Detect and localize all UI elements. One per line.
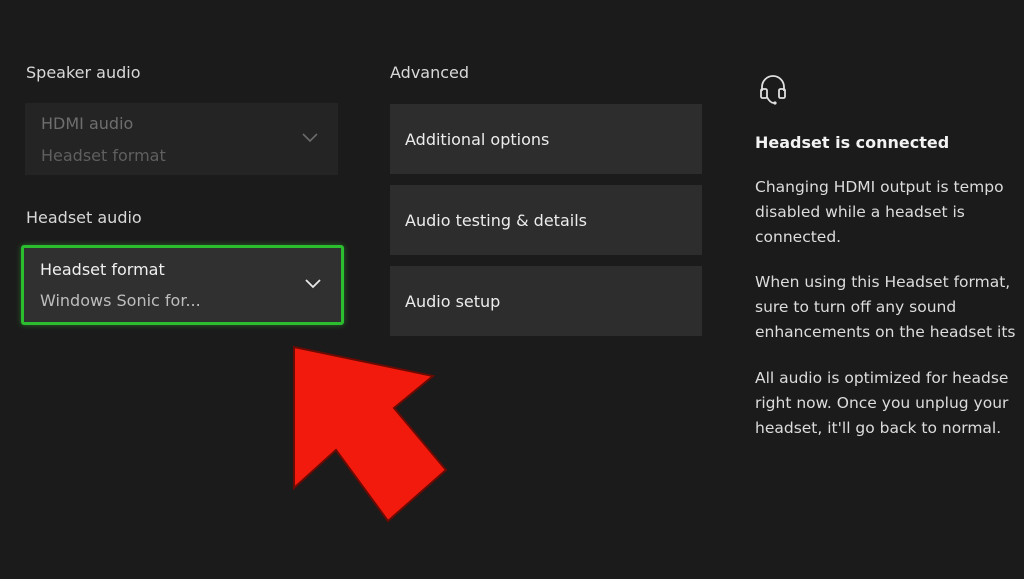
info-line: All audio is optimized for headse [755,369,1009,387]
info-paragraph-1: Changing HDMI output is tempo disabled w… [755,175,1004,250]
headset-connected-title: Headset is connected [755,133,950,152]
additional-options-button[interactable]: Additional options [390,104,702,174]
additional-options-label: Additional options [405,129,550,149]
advanced-heading: Advanced [390,63,470,82]
chevron-down-icon [302,133,318,143]
info-line: When using this Headset format, [755,273,1011,291]
info-line: connected. [755,228,842,246]
audio-testing-details-button[interactable]: Audio testing & details [390,185,702,255]
audio-setup-label: Audio setup [405,291,501,311]
headset-icon [760,75,786,105]
speaker-audio-format: Headset format [41,146,166,165]
info-line: enhancements on the headset its [755,323,1016,341]
info-line: Changing HDMI output is tempo [755,178,1004,196]
info-line: sure to turn off any sound [755,298,957,316]
headset-format-dropdown[interactable]: Headset format Windows Sonic for... [21,245,344,325]
headset-audio-heading: Headset audio [26,208,142,227]
headset-format-value: Windows Sonic for... [40,291,201,310]
chevron-down-icon [305,279,321,289]
info-paragraph-3: All audio is optimized for headse right … [755,366,1008,441]
headset-format-label: Headset format [40,260,165,279]
info-line: headset, it'll go back to normal. [755,419,1002,437]
audio-setup-button[interactable]: Audio setup [390,266,702,336]
speaker-audio-dropdown[interactable]: HDMI audio Headset format [25,103,338,175]
info-line: disabled while a headset is [755,203,965,221]
speaker-audio-value: HDMI audio [41,114,134,133]
audio-testing-details-label: Audio testing & details [405,210,587,230]
speaker-audio-heading: Speaker audio [26,63,141,82]
info-paragraph-2: When using this Headset format, sure to … [755,270,1015,345]
info-line: right now. Once you unplug your [755,394,1009,412]
